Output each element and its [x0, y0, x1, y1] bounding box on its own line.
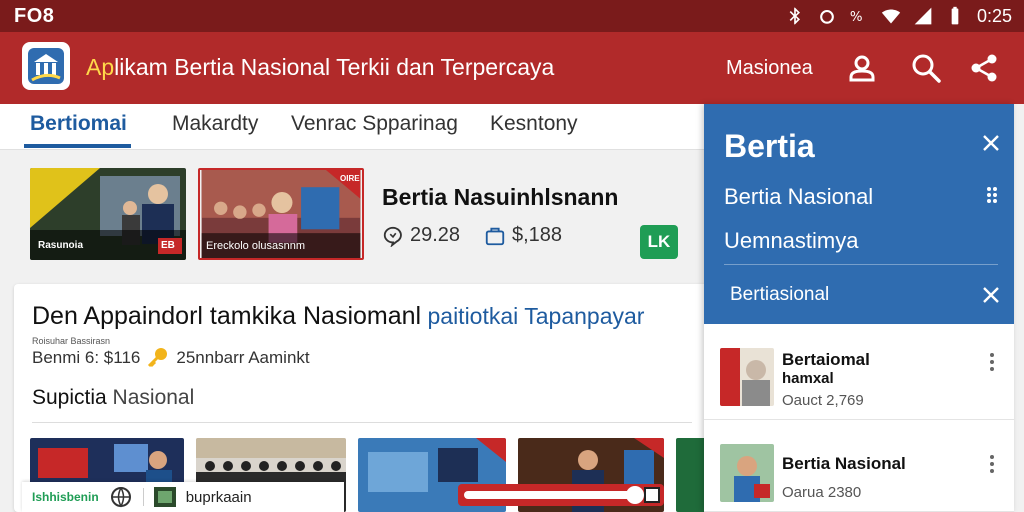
- thumb2-ribbon: OIRE: [340, 174, 360, 183]
- green-badge[interactable]: LK: [640, 225, 678, 259]
- thumbnail-icon[interactable]: [153, 487, 176, 507]
- list-item-thumbnail: [720, 348, 774, 406]
- panel-list-item[interactable]: Bertaiomal hamxal Oauct 2,769: [704, 336, 1014, 420]
- appbar-nasional-link[interactable]: Masionea: [726, 57, 813, 80]
- comment-count[interactable]: 29.28: [382, 224, 460, 247]
- list-item-thumbnail: [720, 444, 774, 502]
- app-title: Aplikam Bertia Nasional Terkii dan Terpe…: [86, 54, 554, 81]
- side-panel: Bertia Bertia Nasional Uemnastimya Berti…: [704, 104, 1014, 512]
- bottom-left-label[interactable]: Ishhisbenin: [32, 490, 99, 504]
- more-vert-icon[interactable]: [988, 454, 996, 474]
- article-small-text: Roisuhar Bassirasn: [32, 336, 111, 346]
- status-time: 0:25: [976, 5, 1012, 26]
- vibrate-icon: %: [850, 10, 863, 25]
- panel-item-bertiasional[interactable]: Bertiasional: [730, 284, 829, 306]
- bottom-bar-label[interactable]: buprkaain: [186, 489, 252, 506]
- svg-text:%: %: [850, 10, 863, 25]
- search-icon[interactable]: [908, 50, 944, 86]
- bag-icon: [485, 227, 505, 245]
- thumb1-caption: Rasunoia: [38, 240, 84, 251]
- battery-icon: [951, 6, 959, 25]
- byline-right: 25nnbarr Aaminkt: [176, 348, 310, 367]
- panel-item-bertia-nasional[interactable]: Bertia Nasional: [724, 184, 873, 210]
- category-tabs: Bertiomai Makardty Venrac Spparinag Kesn…: [0, 104, 704, 150]
- article-headline-main: Den Appaindorl tamkika Nasiomanl: [32, 302, 422, 330]
- tab-bertiomai[interactable]: Bertiomai: [30, 112, 127, 136]
- panel-list-item[interactable]: Bertia Nasional Oarua 2380: [704, 432, 1014, 512]
- panel-separator: [724, 264, 998, 265]
- share-count[interactable]: $,188: [484, 224, 562, 247]
- strip-thumbnail-5[interactable]: [676, 438, 706, 512]
- bottom-bar-divider: [142, 488, 144, 506]
- status-bar: FO8 % 0:25: [0, 0, 1024, 32]
- globe-icon[interactable]: [109, 485, 133, 509]
- status-icons: % 0:25: [785, 6, 1012, 27]
- signal-icon: [914, 7, 932, 25]
- active-tab-indicator: [24, 144, 131, 148]
- bluetooth-icon: [789, 7, 800, 25]
- thumb1-badge: EB: [161, 240, 175, 251]
- key-icon: [148, 348, 168, 368]
- wifi-icon: [881, 9, 901, 24]
- seekbar-track[interactable]: [464, 491, 634, 499]
- seekbar-knob[interactable]: [626, 486, 644, 504]
- tab-kesntony[interactable]: Kesntony: [490, 112, 578, 136]
- close-icon[interactable]: [980, 284, 1002, 306]
- comment-icon: [383, 226, 402, 247]
- section-heading-plain: Nasional: [106, 386, 195, 409]
- app-title-accent: Ap: [86, 54, 115, 80]
- list-item-title: Bertia Nasional: [782, 454, 906, 473]
- drag-handle-icon[interactable]: [986, 186, 998, 204]
- qr-icon[interactable]: [644, 487, 660, 503]
- tab-venrac-spparinag[interactable]: Venrac Spparinag: [291, 112, 458, 136]
- alarm-icon: [820, 9, 834, 24]
- panel-item-uemnastimya[interactable]: Uemnastimya: [724, 228, 858, 254]
- side-panel-header: Bertia Bertia Nasional Uemnastimya Berti…: [704, 104, 1014, 324]
- list-item-meta: Oarua 2380: [782, 484, 862, 501]
- list-item-title: Bertaiomal: [782, 350, 870, 369]
- more-vert-icon[interactable]: [988, 352, 996, 372]
- section-heading: Supictia Nasional: [32, 386, 194, 410]
- share-count-value: $,188: [512, 224, 563, 246]
- section-heading-main: Supictia: [32, 386, 107, 409]
- byline-left: Benmi 6: $116: [32, 348, 141, 367]
- featured-title[interactable]: Bertia Nasuinhlsnann: [382, 184, 618, 211]
- featured-thumbnail-2[interactable]: Ereckolo olusasnnm OIRE: [198, 168, 364, 260]
- media-seekbar[interactable]: [458, 484, 664, 506]
- close-icon[interactable]: [980, 132, 1002, 154]
- list-item-meta: Oauct 2,769: [782, 392, 864, 409]
- share-icon[interactable]: [966, 50, 1002, 86]
- status-left-text: FO8: [14, 4, 55, 27]
- featured-thumbnail-1[interactable]: Rasunoia EB: [30, 168, 186, 260]
- article-headline[interactable]: Den Appaindorl tamkika Nasiomanl paitiot…: [32, 302, 644, 331]
- section-divider: [32, 422, 692, 423]
- app-screen: FO8 % 0:25 Aplikam Bertia Nasional Terki…: [0, 0, 1024, 512]
- app-title-rest: likam Bertia Nasional Terkii dan Terperc…: [114, 54, 555, 80]
- article-byline: Benmi 6: $116 25nnbarr Aaminkt: [32, 346, 310, 370]
- bottom-bar: Ishhisbenin buprkaain: [22, 482, 344, 512]
- app-bar: Aplikam Bertia Nasional Terkii dan Terpe…: [0, 32, 1024, 104]
- tab-makardty[interactable]: Makardty: [172, 112, 258, 136]
- app-logo-icon[interactable]: [22, 42, 70, 90]
- panel-title: Bertia: [724, 128, 815, 164]
- profile-icon[interactable]: [844, 50, 880, 86]
- thumb2-caption: Ereckolo olusasnnm: [206, 240, 306, 252]
- article-headline-blue: paitiotkai Tapanpayar: [421, 303, 645, 329]
- list-item-subtitle: hamxal: [782, 370, 834, 387]
- comment-count-value: 29.28: [410, 224, 461, 246]
